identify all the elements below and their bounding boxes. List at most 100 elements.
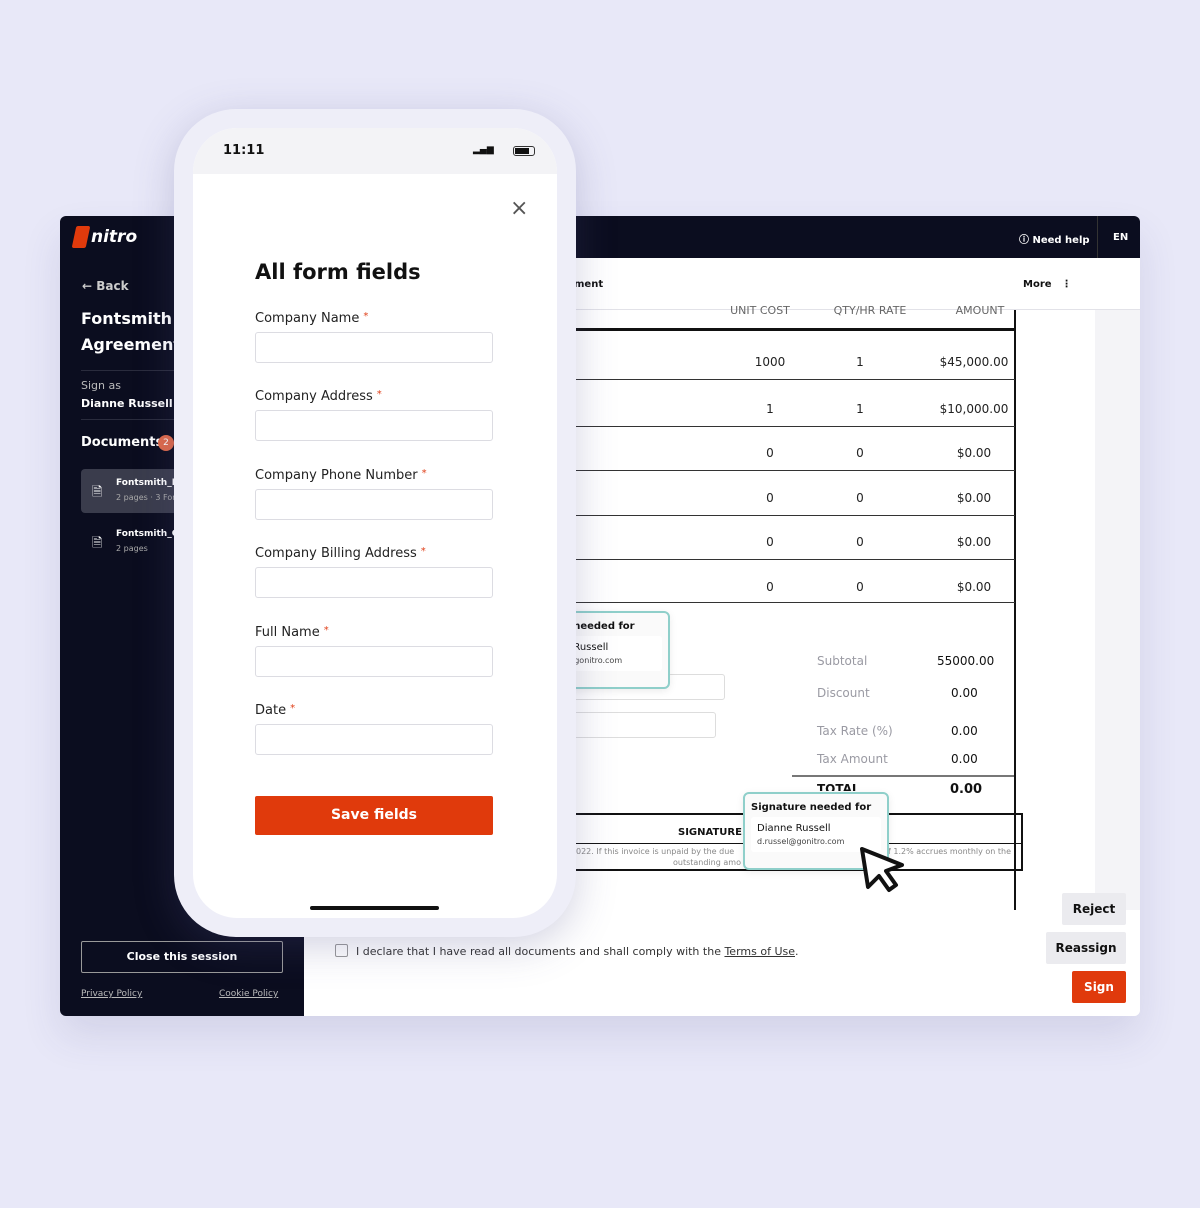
field-label: Company Phone Number * [255, 467, 427, 483]
invoice-cell: $0.00 [956, 580, 992, 594]
more-menu-button[interactable]: More ⋮ [1023, 279, 1072, 290]
signature-label: SIGNATURE: [678, 827, 746, 838]
language-selector[interactable]: EN [1113, 232, 1128, 243]
privacy-policy-link[interactable]: Privacy Policy [81, 989, 142, 999]
invoice-cell: $0.00 [956, 491, 992, 505]
kebab-icon: ⋮ [1061, 279, 1072, 290]
invoice-cell: $10,000.00 [939, 402, 1009, 416]
phone-mockup: 11:11 ▂▄▆ × All form fields Company Name… [174, 109, 576, 937]
invoice-cell: $45,000.00 [939, 355, 1009, 369]
documents-count-badge: 2 [158, 435, 174, 451]
nitro-logo-icon [71, 226, 91, 248]
border [1014, 310, 1016, 910]
form-input[interactable] [255, 488, 493, 520]
form-field[interactable] [560, 712, 716, 738]
invoice-cell: 0 [766, 491, 774, 505]
required-marker: * [323, 624, 329, 636]
row-divider [560, 515, 1015, 516]
total-rule [792, 775, 1014, 777]
form-input[interactable] [255, 645, 493, 677]
form-input[interactable] [255, 567, 493, 599]
form-input[interactable] [255, 410, 493, 442]
divider [1097, 216, 1098, 258]
form-input[interactable] [255, 724, 493, 755]
footnote: 022. If this invoice is unpaid by the du… [576, 847, 735, 856]
tax-rate-label: Tax Rate (%) [817, 724, 893, 738]
cursor-arrow-icon [860, 847, 904, 892]
invoice-cell: 0 [766, 446, 774, 460]
invoice-cell: 0 [766, 580, 774, 594]
terms-of-use-link[interactable]: Terms of Use [724, 945, 795, 958]
invoice-document: UNIT COST QTY/HR RATE AMOUNT 1000 1 $45,00… [550, 306, 1095, 910]
row-divider [560, 559, 1015, 560]
invoice-cell: $0.00 [956, 446, 992, 460]
document-meta: 2 pages [116, 544, 148, 553]
save-fields-button[interactable]: Save fields [255, 796, 493, 835]
header-rule [560, 328, 1015, 331]
brand-logo: nitro [91, 227, 138, 247]
document-name: Fontsmith_C [116, 529, 179, 539]
modal-title: All form fields [255, 260, 421, 284]
invoice-cell: 1 [856, 402, 864, 416]
footnote: outstanding amo [673, 858, 741, 867]
document-icon: 🗎 [92, 485, 103, 500]
invoice-column-headers: UNIT COST QTY/HR RATE AMOUNT [690, 306, 1140, 318]
field-label: Company Address * [255, 389, 382, 405]
invoice-cell: 1 [766, 402, 774, 416]
status-bar: 11:11 ▂▄▆ [193, 128, 557, 174]
invoice-cell: 0 [856, 446, 864, 460]
reassign-button[interactable]: Reassign [1046, 932, 1126, 964]
discount-label: Discount [817, 686, 870, 700]
close-session-button[interactable]: Close this session [81, 941, 283, 973]
required-marker: * [290, 703, 296, 714]
total-label: TOTAL [817, 782, 860, 791]
form-input[interactable] [255, 332, 493, 363]
invoice-cell: 1000 [754, 355, 786, 369]
declare-checkbox[interactable] [335, 944, 348, 957]
tax-amount-label: Tax Amount [817, 752, 888, 766]
sign-as-label: Sign as [81, 379, 121, 392]
invoice-cell: 0 [856, 580, 864, 594]
row-divider [560, 426, 1015, 427]
field-label: Company Billing Address * [255, 546, 426, 562]
invoice-cell: 0 [766, 535, 774, 549]
signal-wifi-icon: ▂▄▆ [473, 145, 494, 155]
field-label: Full Name * [255, 624, 329, 640]
row-divider [560, 470, 1015, 471]
invoice-cell: 0 [856, 491, 864, 505]
subtotal-value: 55000.00 [937, 654, 995, 668]
required-marker: * [376, 389, 382, 401]
document-icon: 🗎 [92, 536, 103, 551]
column-header: AMOUNT [955, 306, 1005, 317]
document-name: Fontsmith_E [116, 478, 178, 488]
total-value: 0.00 [950, 782, 983, 797]
row-divider [560, 379, 1015, 380]
help-icon: ⓘ [1019, 235, 1033, 246]
cookie-policy-link[interactable]: Cookie Policy [219, 989, 278, 999]
phone-screen: 11:11 ▂▄▆ × All form fields Company Name… [193, 128, 557, 918]
battery-icon [513, 146, 535, 156]
row-divider [560, 602, 1015, 603]
declare-text: I declare that I have read all documents… [356, 945, 799, 958]
required-marker: * [363, 311, 369, 322]
reject-button[interactable]: Reject [1062, 893, 1126, 925]
document-meta: 2 pages · 3 For [116, 493, 176, 502]
invoice-cell: $0.00 [956, 535, 992, 549]
toolbar-title: ment [574, 279, 604, 290]
invoice-cell: 0 [856, 535, 864, 549]
field-label: Date * [255, 703, 296, 718]
close-icon[interactable]: × [510, 196, 528, 221]
tax-amount-value: 0.00 [951, 752, 978, 766]
signer-name: Dianne Russell [81, 397, 173, 410]
back-link[interactable]: ← Back [82, 279, 129, 293]
required-marker: * [421, 467, 427, 479]
arrow-left-icon: ← [82, 279, 97, 293]
sign-button[interactable]: Sign [1072, 971, 1126, 1003]
border [1021, 813, 1023, 871]
field-label: Company Name * [255, 311, 369, 326]
clock: 11:11 [223, 143, 265, 158]
subtotal-label: Subtotal [817, 654, 868, 668]
need-help-link[interactable]: ⓘ Need help [1019, 231, 1090, 246]
home-indicator [310, 906, 439, 910]
discount-value: 0.00 [951, 686, 978, 700]
